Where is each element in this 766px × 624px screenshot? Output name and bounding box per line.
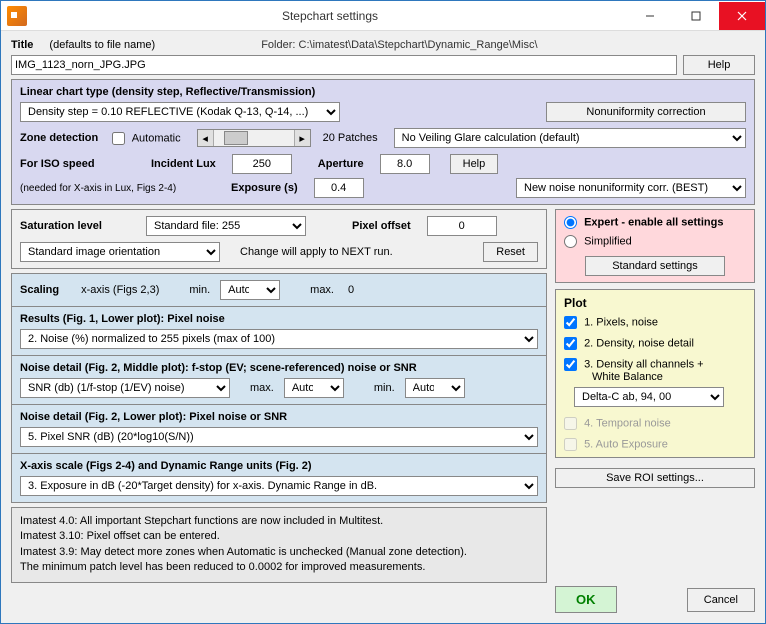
scaling-label: Scaling xyxy=(20,284,59,296)
automatic-checkbox[interactable]: Automatic xyxy=(112,132,180,145)
nonuniformity-button[interactable]: Nonuniformity correction xyxy=(546,102,746,122)
nd-mid-select[interactable]: SNR (db) (1/f-stop (1/EV) noise) xyxy=(20,378,230,398)
saturation-label: Saturation level xyxy=(20,220,140,232)
aperture-input[interactable] xyxy=(380,154,430,174)
xscale-heading: X-axis scale (Figs 2-4) and Dynamic Rang… xyxy=(20,460,538,472)
help-button[interactable]: Help xyxy=(683,55,755,75)
max-value: 0 xyxy=(348,284,354,296)
nd-mid-max-select[interactable]: Auto xyxy=(284,378,344,398)
exposure-label: Exposure (s) xyxy=(231,182,298,194)
scaling-panel: Scaling x-axis (Figs 2,3) min. Auto max.… xyxy=(11,273,547,503)
nd-low-select[interactable]: 5. Pixel SNR (dB) (20*log10(S/N)) xyxy=(20,427,538,447)
linear-chart-panel: Linear chart type (density step, Reflect… xyxy=(11,79,755,205)
incident-lux-label: Incident Lux xyxy=(151,158,216,170)
incident-lux-input[interactable] xyxy=(232,154,292,174)
filename-input[interactable] xyxy=(11,55,677,75)
note-line: Imatest 3.10: Pixel offset can be entere… xyxy=(20,529,538,544)
linear-heading: Linear chart type (density step, Reflect… xyxy=(20,86,746,98)
iso-speed-label: For ISO speed xyxy=(20,158,95,170)
exposure-input[interactable] xyxy=(314,178,364,198)
nd-low-heading: Noise detail (Fig. 2, Lower plot): Pixel… xyxy=(20,411,538,423)
minimize-button[interactable] xyxy=(627,2,673,30)
max-label: max. xyxy=(310,284,334,296)
app-icon xyxy=(7,6,27,26)
xaxis-label: x-axis (Figs 2,3) xyxy=(81,284,159,296)
expert-radio[interactable]: Expert - enable all settings xyxy=(564,216,746,229)
cancel-button[interactable]: Cancel xyxy=(687,588,755,612)
mode-panel: Expert - enable all settings Simplified … xyxy=(555,209,755,283)
reset-button[interactable]: Reset xyxy=(483,242,538,262)
patches-count: 20 Patches xyxy=(323,132,378,144)
folder-label: Folder: xyxy=(261,39,295,51)
title-label: Title xyxy=(11,39,33,51)
orientation-select[interactable]: Standard image orientation xyxy=(20,242,220,262)
nd-mid-heading: Noise detail (Fig. 2, Middle plot): f-st… xyxy=(20,362,538,374)
plot-heading: Plot xyxy=(564,296,746,310)
results-heading: Results (Fig. 1, Lower plot): Pixel nois… xyxy=(20,313,538,325)
saturation-file-select[interactable]: Standard file: 255 xyxy=(146,216,306,236)
plot-3-checkbox[interactable]: 3. Density all channels + xyxy=(564,358,746,371)
note-line: Imatest 4.0: All important Stepchart fun… xyxy=(20,514,538,529)
notes-panel: Imatest 4.0: All important Stepchart fun… xyxy=(11,507,547,583)
plot-4-checkbox: 4. Temporal noise xyxy=(564,417,746,430)
plot-3-sub: White Balance xyxy=(592,371,746,383)
pixel-offset-input[interactable] xyxy=(427,216,497,236)
close-button[interactable] xyxy=(719,2,765,30)
xaxis-min-select[interactable]: Auto xyxy=(220,280,280,300)
linear-help-button[interactable]: Help xyxy=(450,154,499,174)
patches-scrollbar[interactable]: ◂▸ xyxy=(197,129,311,147)
change-note: Change will apply to NEXT run. xyxy=(240,246,393,258)
nd-mid-min-select[interactable]: Auto xyxy=(405,378,465,398)
zone-detection-label: Zone detection xyxy=(20,132,98,144)
ok-button[interactable]: OK xyxy=(555,586,617,613)
results-select[interactable]: 2. Noise (%) normalized to 255 pixels (m… xyxy=(20,329,538,349)
note-line: Imatest 3.9: May detect more zones when … xyxy=(20,545,538,560)
iso-note: (needed for X-axis in Lux, Figs 2-4) xyxy=(20,183,176,194)
plot-2-checkbox[interactable]: 2. Density, noise detail xyxy=(564,337,746,350)
noise-corr-select[interactable]: New noise nonuniformity corr. (BEST) xyxy=(516,178,746,198)
window-title: Stepchart settings xyxy=(33,9,627,23)
saturation-panel: Saturation level Standard file: 255 Pixe… xyxy=(11,209,547,269)
maximize-button[interactable] xyxy=(673,2,719,30)
note-line: The minimum patch level has been reduced… xyxy=(20,560,538,575)
folder-path: C:\imatest\Data\Stepchart\Dynamic_Range\… xyxy=(299,39,538,51)
plot-1-checkbox[interactable]: 1. Pixels, noise xyxy=(564,316,746,329)
density-step-select[interactable]: Density step = 0.10 REFLECTIVE (Kodak Q-… xyxy=(20,102,340,122)
simplified-radio[interactable]: Simplified xyxy=(564,235,746,248)
plot-panel: Plot 1. Pixels, noise 2. Density, noise … xyxy=(555,289,755,458)
veiling-glare-select[interactable]: No Veiling Glare calculation (default) xyxy=(394,128,746,148)
save-roi-button[interactable]: Save ROI settings... xyxy=(555,468,755,488)
title-hint: (defaults to file name) xyxy=(49,39,155,51)
plot-5-checkbox: 5. Auto Exposure xyxy=(564,438,746,451)
aperture-label: Aperture xyxy=(318,158,364,170)
standard-settings-button[interactable]: Standard settings xyxy=(585,256,725,276)
pixel-offset-label: Pixel offset xyxy=(352,220,411,232)
titlebar: Stepchart settings xyxy=(1,1,765,31)
min-label: min. xyxy=(189,284,210,296)
xscale-select[interactable]: 3. Exposure in dB (-20*Target density) f… xyxy=(20,476,538,496)
plot-3-select[interactable]: Delta-C ab, 94, 00 xyxy=(574,387,724,407)
